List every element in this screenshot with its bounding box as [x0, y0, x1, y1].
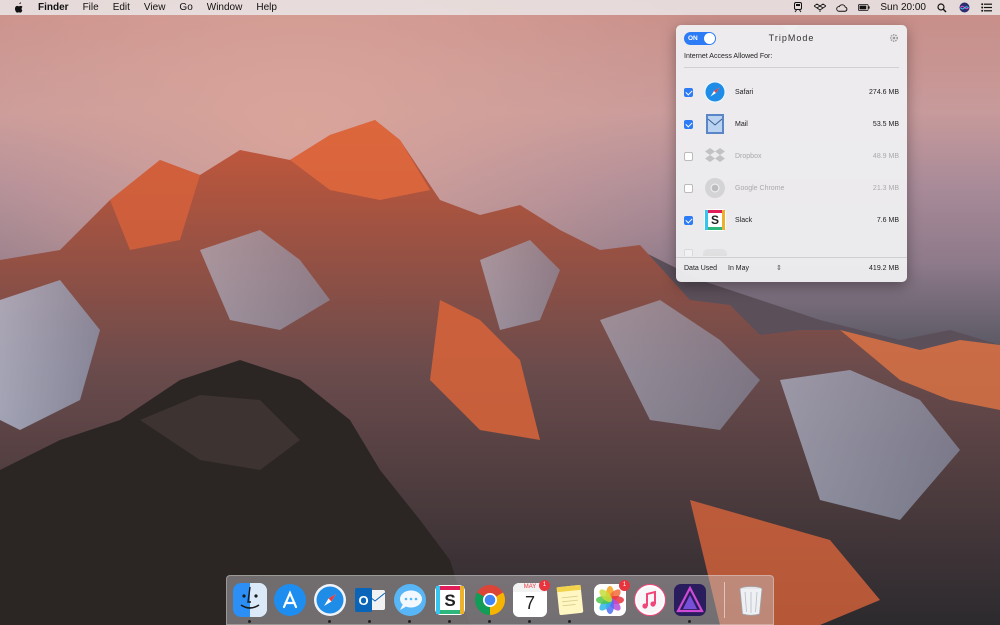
running-indicator: [408, 620, 411, 623]
app-name: Google Chrome: [735, 184, 785, 192]
period-select[interactable]: In May: [728, 265, 749, 272]
updown-arrows-icon[interactable]: ⇕: [776, 264, 782, 272]
calendar-day: 7: [524, 593, 535, 613]
menu-go[interactable]: Go: [179, 2, 192, 13]
app-name: Mail: [735, 120, 748, 128]
svg-text:S: S: [711, 213, 719, 227]
apple-menu-icon[interactable]: [14, 1, 24, 14]
safari-checkbox[interactable]: [684, 87, 693, 97]
partial-app-icon: [703, 249, 727, 256]
tripmode-popover: ON TripMode Internet Access Allowed For:…: [676, 25, 907, 282]
menu-view[interactable]: View: [144, 2, 166, 13]
app-name: Slack: [735, 216, 753, 224]
cloud-sync-icon[interactable]: [836, 2, 848, 13]
dock: O S MAY 7 1 1: [226, 575, 774, 625]
divider: [684, 67, 899, 68]
notification-center-icon[interactable]: [980, 2, 992, 13]
menu-app-name[interactable]: Finder: [38, 2, 69, 13]
running-indicator: [328, 620, 331, 623]
running-indicator: [248, 620, 251, 623]
app-data-size: 7.6 MB: [876, 216, 899, 224]
siri-icon[interactable]: [958, 2, 970, 13]
messages-icon[interactable]: [393, 583, 427, 617]
app-data-size: 21.3 MB: [872, 184, 899, 192]
chrome-checkbox[interactable]: [684, 183, 693, 193]
app-name: Safari: [735, 88, 754, 96]
dropbox-checkbox[interactable]: [684, 151, 693, 161]
app-row-dropbox: Dropbox 48.9 MB: [676, 140, 907, 172]
itunes-icon[interactable]: [633, 583, 667, 617]
photos-badge: 1: [619, 580, 630, 591]
mail-icon: [706, 114, 724, 134]
slack-icon: S: [704, 209, 726, 231]
app-data-size: 274.6 MB: [869, 88, 899, 96]
tripmode-menubar-icon[interactable]: [792, 2, 804, 13]
affinity-icon[interactable]: [673, 583, 707, 617]
dropbox-icon: [705, 148, 725, 162]
slack-icon[interactable]: S: [433, 583, 467, 617]
running-indicator: [488, 620, 491, 623]
menu-bar: Finder File Edit View Go Window Help Sun…: [0, 0, 1000, 15]
app-row-safari: Safari 274.6 MB: [676, 76, 907, 108]
app-name: Dropbox: [735, 152, 762, 160]
running-indicator: [688, 620, 691, 623]
safari-icon[interactable]: [313, 583, 347, 617]
battery-icon[interactable]: [858, 2, 871, 13]
trash-icon[interactable]: [734, 583, 768, 617]
dropbox-menubar-icon[interactable]: [814, 2, 827, 13]
app-row-chrome: Google Chrome 21.3 MB: [676, 172, 907, 204]
panel-subtitle: Internet Access Allowed For:: [684, 53, 773, 60]
menu-edit[interactable]: Edit: [113, 2, 130, 13]
app-row-mail: Mail 53.5 MB: [676, 108, 907, 140]
spotlight-search-icon[interactable]: [936, 2, 948, 13]
app-data-size: 53.5 MB: [872, 120, 899, 128]
svg-text:S: S: [444, 591, 455, 610]
app-row-slack: S Slack 7.6 MB: [676, 204, 907, 236]
slack-checkbox[interactable]: [684, 215, 693, 225]
calendar-badge: 1: [539, 580, 550, 591]
chrome-icon: [705, 178, 725, 198]
notes-icon[interactable]: [553, 583, 587, 617]
panel-title: TripMode: [768, 33, 815, 43]
panel-footer: Data Used In May ⇕ 419.2 MB: [676, 257, 907, 282]
partial-checkbox[interactable]: [684, 249, 693, 256]
running-indicator: [368, 620, 371, 623]
running-indicator: [528, 620, 531, 623]
menu-file[interactable]: File: [83, 2, 99, 13]
menu-help[interactable]: Help: [256, 2, 277, 13]
svg-text:O: O: [358, 593, 368, 608]
total-data-used: 419.2 MB: [869, 265, 899, 272]
finder-icon[interactable]: [233, 583, 267, 617]
menubar-clock[interactable]: Sun 20:00: [880, 2, 926, 13]
app-store-icon[interactable]: [273, 583, 307, 617]
dock-separator: [724, 582, 725, 618]
running-indicator: [448, 620, 451, 623]
app-row-partial: [676, 236, 907, 256]
app-data-size: 48.9 MB: [872, 152, 899, 160]
mail-checkbox[interactable]: [684, 119, 693, 129]
gear-icon[interactable]: [889, 33, 899, 43]
menu-window[interactable]: Window: [207, 2, 243, 13]
data-used-label: Data Used: [684, 265, 718, 272]
running-indicator: [568, 620, 571, 623]
outlook-icon[interactable]: O: [353, 583, 387, 617]
chrome-icon[interactable]: [473, 583, 507, 617]
safari-icon: [704, 81, 726, 103]
